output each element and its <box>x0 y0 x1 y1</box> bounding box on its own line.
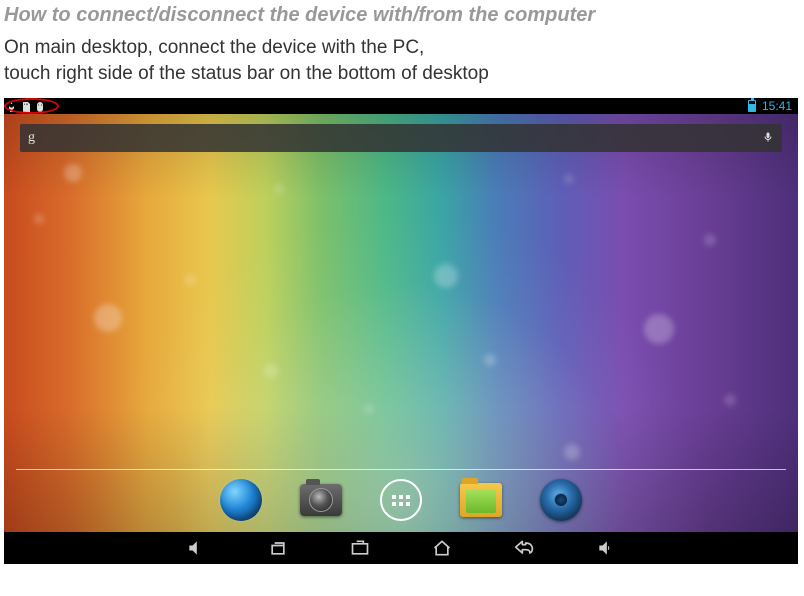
dock-divider <box>16 469 786 470</box>
usb-icon <box>6 100 18 112</box>
battery-icon <box>748 100 756 112</box>
recent-apps-button[interactable] <box>266 538 290 558</box>
screenshot-button[interactable] <box>348 538 372 558</box>
home-button[interactable] <box>430 538 454 558</box>
browser-app[interactable] <box>219 478 263 522</box>
volume-up-button[interactable] <box>594 538 618 558</box>
dock <box>4 474 798 526</box>
file-manager-app[interactable] <box>459 478 503 522</box>
android-screenshot: 15:41 g <box>4 98 798 564</box>
apps-drawer-icon <box>380 479 422 521</box>
mic-icon[interactable] <box>762 130 774 146</box>
volume-down-button[interactable] <box>184 538 208 558</box>
camera-icon <box>300 484 342 516</box>
google-search-widget[interactable]: g <box>20 124 782 152</box>
doc-body-line2: touch right side of the status bar on th… <box>4 63 489 84</box>
system-nav-bar <box>4 532 798 564</box>
debug-icon <box>34 100 46 112</box>
music-icon <box>540 479 582 521</box>
doc-body: On main desktop, connect the device with… <box>0 35 804 96</box>
doc-heading: How to connect/disconnect the device wit… <box>0 0 804 35</box>
back-button[interactable] <box>512 538 536 558</box>
sd-card-icon <box>20 100 32 112</box>
globe-icon <box>220 479 262 521</box>
apps-drawer[interactable] <box>379 478 423 522</box>
status-bar[interactable]: 15:41 <box>4 98 798 114</box>
doc-body-line1: On main desktop, connect the device with… <box>4 37 424 58</box>
camera-app[interactable] <box>299 478 343 522</box>
folder-icon <box>460 483 502 517</box>
google-g-icon: g <box>28 130 35 146</box>
status-clock: 15:41 <box>762 99 792 113</box>
home-wallpaper[interactable]: g <box>4 114 798 532</box>
music-app[interactable] <box>539 478 583 522</box>
